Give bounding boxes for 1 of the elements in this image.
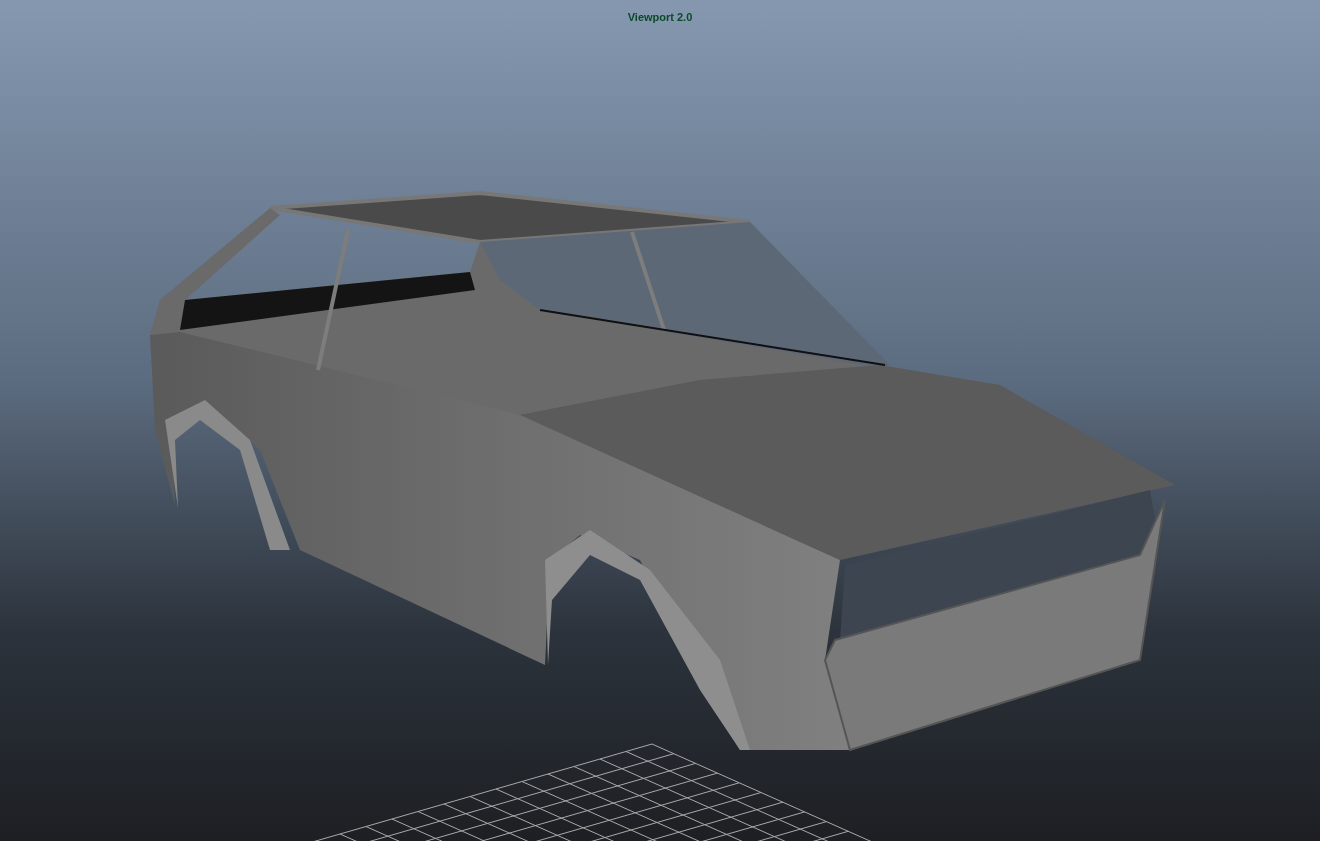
viewport-title: Viewport 2.0	[627, 10, 693, 25]
